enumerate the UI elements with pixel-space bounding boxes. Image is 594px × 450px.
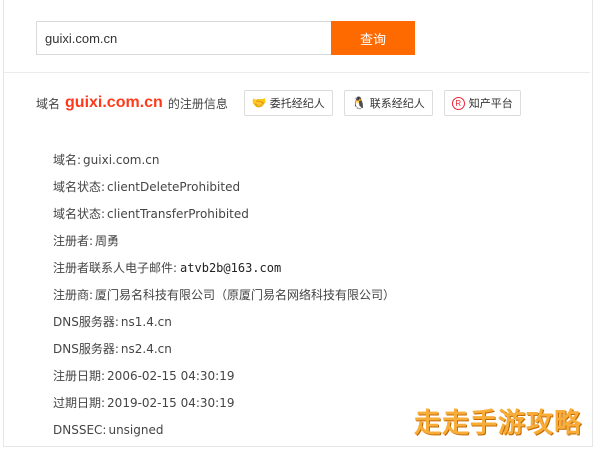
delegate-broker-label: 委托经纪人	[269, 97, 325, 110]
domain-prefix-label: 域名	[36, 96, 61, 111]
registration-info-header: 域名 guixi.com.cn 的注册信息 🤝 委托经纪人 🐧 联系经纪人 R …	[36, 90, 521, 116]
whois-value: 厦门易名科技有限公司（原厦门易名网络科技有限公司）	[95, 288, 396, 302]
whois-label: 注册商:	[53, 288, 94, 302]
whois-list: 域名: guixi.com.cn 域名状态: clientDeleteProhibit…	[53, 149, 395, 446]
ip-platform-label: 知产平台	[468, 97, 513, 110]
whois-value: clientTransferProhibited	[107, 207, 249, 221]
whois-value: atvb2b@163.com	[180, 261, 282, 275]
whois-row: 域名: guixi.com.cn	[53, 149, 395, 176]
whois-label: DNSSEC:	[53, 423, 107, 437]
ip-platform-button[interactable]: R 知产平台	[443, 90, 521, 116]
whois-label: 域名:	[53, 153, 82, 167]
contact-broker-button[interactable]: 🐧 联系经纪人	[343, 90, 433, 116]
whois-row: 注册者: 周勇	[53, 230, 395, 257]
whois-value: guixi.com.cn	[83, 153, 160, 167]
search-bar: 查询	[36, 21, 415, 55]
delegate-broker-button[interactable]: 🤝 委托经纪人	[243, 90, 333, 116]
whois-row: DNS服务器: ns2.4.cn	[53, 338, 395, 365]
whois-label: 过期日期:	[53, 396, 106, 410]
whois-row: 域名状态: clientTransferProhibited	[53, 203, 395, 230]
whois-value: 2006-02-15 04:30:19	[107, 369, 235, 383]
whois-value: ns2.4.cn	[120, 342, 172, 356]
query-button[interactable]: 查询	[331, 21, 415, 55]
whois-value: 2019-02-15 04:30:19	[107, 396, 235, 410]
whois-label: DNS服务器:	[53, 342, 119, 356]
whois-row: 注册者联系人电子邮件: atvb2b@163.com	[53, 257, 395, 284]
whois-label: 域名状态:	[53, 207, 106, 221]
domain-search-input[interactable]	[36, 21, 331, 55]
contact-broker-label: 联系经纪人	[369, 97, 425, 110]
whois-row: 过期日期: 2019-02-15 04:30:19	[53, 392, 395, 419]
whois-label: 注册者联系人电子邮件:	[53, 261, 178, 275]
domain-name-highlight: guixi.com.cn	[65, 94, 163, 111]
whois-value: clientDeleteProhibited	[107, 180, 241, 194]
whois-row: 域名状态: clientDeleteProhibited	[53, 176, 395, 203]
whois-row: 注册商: 厦门易名科技有限公司（原厦门易名网络科技有限公司）	[53, 284, 395, 311]
whois-value: 周勇	[95, 234, 120, 248]
whois-label: 注册者:	[53, 234, 94, 248]
whois-value: unsigned	[108, 423, 164, 437]
whois-label: DNS服务器:	[53, 315, 119, 329]
whois-value: ns1.4.cn	[120, 315, 172, 329]
qq-icon: 🐧	[351, 96, 367, 110]
handshake-icon: 🤝	[251, 96, 267, 110]
whois-row: 注册日期: 2006-02-15 04:30:19	[53, 365, 395, 392]
whois-row: DNS服务器: ns1.4.cn	[53, 311, 395, 338]
divider	[4, 72, 590, 73]
registered-icon: R	[451, 96, 465, 110]
whois-label: 注册日期:	[53, 369, 106, 383]
registration-info-label: 的注册信息	[167, 96, 228, 111]
whois-label: 域名状态:	[53, 180, 106, 194]
watermark-logo: 走走手游攻略	[414, 408, 582, 439]
whois-row: DNSSEC: unsigned	[53, 419, 395, 446]
